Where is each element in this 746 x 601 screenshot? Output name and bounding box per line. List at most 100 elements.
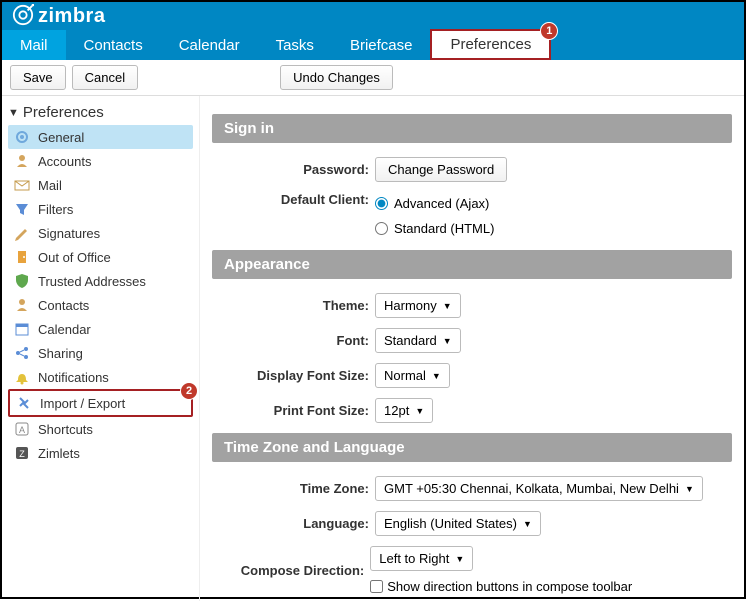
timezone-select[interactable]: GMT +05:30 Chennai, Kolkata, Mumbai, New… (375, 476, 703, 501)
logo-icon (12, 4, 34, 29)
zimlet-icon: Z (14, 445, 30, 461)
logo: zimbra (12, 4, 105, 29)
timezone-value: GMT +05:30 Chennai, Kolkata, Mumbai, New… (384, 481, 679, 496)
sidebar-item-sharing[interactable]: Sharing (8, 341, 193, 365)
tab-preferences-label: Preferences (450, 36, 531, 53)
section-header-signin: Sign in (212, 114, 732, 143)
sidebar-item-label: General (38, 130, 84, 145)
display-font-size-label: Display Font Size: (212, 368, 375, 383)
sidebar-list: General Accounts Mail Filters Signatures… (8, 125, 193, 465)
display-font-size-value: Normal (384, 368, 426, 383)
sidebar-item-label: Signatures (38, 226, 100, 241)
svg-text:Z: Z (19, 449, 25, 459)
print-font-size-label: Print Font Size: (212, 403, 375, 418)
show-direction-checkbox[interactable]: Show direction buttons in compose toolba… (370, 579, 632, 594)
sidebar-item-signatures[interactable]: Signatures (8, 221, 193, 245)
caret-down-icon: ▼ (685, 484, 694, 494)
language-label: Language: (212, 516, 375, 531)
radio-advanced[interactable]: Advanced (Ajax) (375, 196, 489, 211)
sidebar-item-accounts[interactable]: Accounts (8, 149, 193, 173)
import-export-icon (16, 395, 32, 411)
annotation-badge-1: 1 (540, 22, 558, 40)
toolbar: Save Cancel Undo Changes (2, 60, 744, 96)
sidebar-item-label: Filters (38, 202, 73, 217)
preferences-panel: Sign in Password: Change Password Defaul… (200, 96, 744, 601)
theme-select[interactable]: Harmony ▼ (375, 293, 461, 318)
sidebar-item-label: Trusted Addresses (38, 274, 146, 289)
undo-changes-button[interactable]: Undo Changes (280, 65, 393, 90)
sidebar-title[interactable]: ▼ Preferences (8, 102, 193, 125)
calendar-icon (14, 321, 30, 337)
change-password-button[interactable]: Change Password (375, 157, 507, 182)
key-icon: A (14, 421, 30, 437)
theme-label: Theme: (212, 298, 375, 313)
sidebar-item-filters[interactable]: Filters (8, 197, 193, 221)
section-header-tz: Time Zone and Language (212, 433, 732, 462)
tab-calendar[interactable]: Calendar (161, 30, 258, 60)
logo-text: zimbra (38, 5, 105, 28)
sidebar-item-mail[interactable]: Mail (8, 173, 193, 197)
user-icon (14, 153, 30, 169)
sidebar-item-trusted-addresses[interactable]: Trusted Addresses (8, 269, 193, 293)
caret-down-icon: ▼ (432, 371, 441, 381)
gear-icon (14, 129, 30, 145)
radio-standard-label: Standard (HTML) (394, 221, 494, 236)
sidebar-item-contacts[interactable]: Contacts (8, 293, 193, 317)
shield-icon (14, 273, 30, 289)
cancel-button[interactable]: Cancel (72, 65, 138, 90)
radio-standard[interactable]: Standard (HTML) (375, 221, 494, 236)
sidebar-item-label: Calendar (38, 322, 91, 337)
font-select[interactable]: Standard ▼ (375, 328, 461, 353)
sidebar-item-notifications[interactable]: Notifications (8, 365, 193, 389)
show-direction-checkbox-label: Show direction buttons in compose toolba… (387, 579, 632, 594)
tabs-bar: Mail Contacts Calendar Tasks Briefcase P… (2, 30, 744, 60)
caret-down-icon: ▼ (443, 336, 452, 346)
svg-text:A: A (19, 425, 25, 435)
sidebar-item-import-export[interactable]: Import / Export 2 (8, 389, 193, 417)
password-label: Password: (212, 162, 375, 177)
compose-direction-select[interactable]: Left to Right ▼ (370, 546, 473, 571)
print-font-size-value: 12pt (384, 403, 409, 418)
sidebar-item-label: Mail (38, 178, 62, 193)
envelope-icon (14, 177, 30, 193)
door-icon (14, 249, 30, 265)
compose-direction-value: Left to Right (379, 551, 449, 566)
sidebar-item-label: Accounts (38, 154, 91, 169)
print-font-size-select[interactable]: 12pt ▼ (375, 398, 433, 423)
sidebar-item-general[interactable]: General (8, 125, 193, 149)
bell-icon (14, 369, 30, 385)
font-value: Standard (384, 333, 437, 348)
sidebar-item-calendar[interactable]: Calendar (8, 317, 193, 341)
sidebar-item-zimlets[interactable]: Z Zimlets (8, 441, 193, 465)
sidebar-item-label: Notifications (38, 370, 109, 385)
sidebar-item-label: Sharing (38, 346, 83, 361)
tab-mail[interactable]: Mail (2, 30, 66, 60)
default-client-label: Default Client: (212, 192, 375, 207)
display-font-size-select[interactable]: Normal ▼ (375, 363, 450, 388)
tab-briefcase[interactable]: Briefcase (332, 30, 431, 60)
radio-advanced-label: Advanced (Ajax) (394, 196, 489, 211)
compose-direction-label: Compose Direction: (212, 563, 370, 578)
caret-down-icon: ▼ (455, 554, 464, 564)
sidebar-item-out-of-office[interactable]: Out of Office (8, 245, 193, 269)
section-header-appearance: Appearance (212, 250, 732, 279)
caret-down-icon: ▼ (443, 301, 452, 311)
funnel-icon (14, 201, 30, 217)
caret-down-icon: ▼ (523, 519, 532, 529)
language-value: English (United States) (384, 516, 517, 531)
sidebar-title-label: Preferences (23, 104, 104, 121)
preferences-sidebar: ▼ Preferences General Accounts Mail Filt… (2, 96, 200, 601)
tab-contacts[interactable]: Contacts (66, 30, 161, 60)
caret-down-icon: ▼ (415, 406, 424, 416)
sidebar-item-label: Zimlets (38, 446, 80, 461)
share-icon (14, 345, 30, 361)
save-button[interactable]: Save (10, 65, 66, 90)
pencil-icon (14, 225, 30, 241)
tab-tasks[interactable]: Tasks (258, 30, 332, 60)
sidebar-item-shortcuts[interactable]: A Shortcuts (8, 417, 193, 441)
theme-value: Harmony (384, 298, 437, 313)
font-label: Font: (212, 333, 375, 348)
tab-preferences[interactable]: Preferences 1 (430, 29, 551, 60)
sidebar-item-label: Shortcuts (38, 422, 93, 437)
language-select[interactable]: English (United States) ▼ (375, 511, 541, 536)
